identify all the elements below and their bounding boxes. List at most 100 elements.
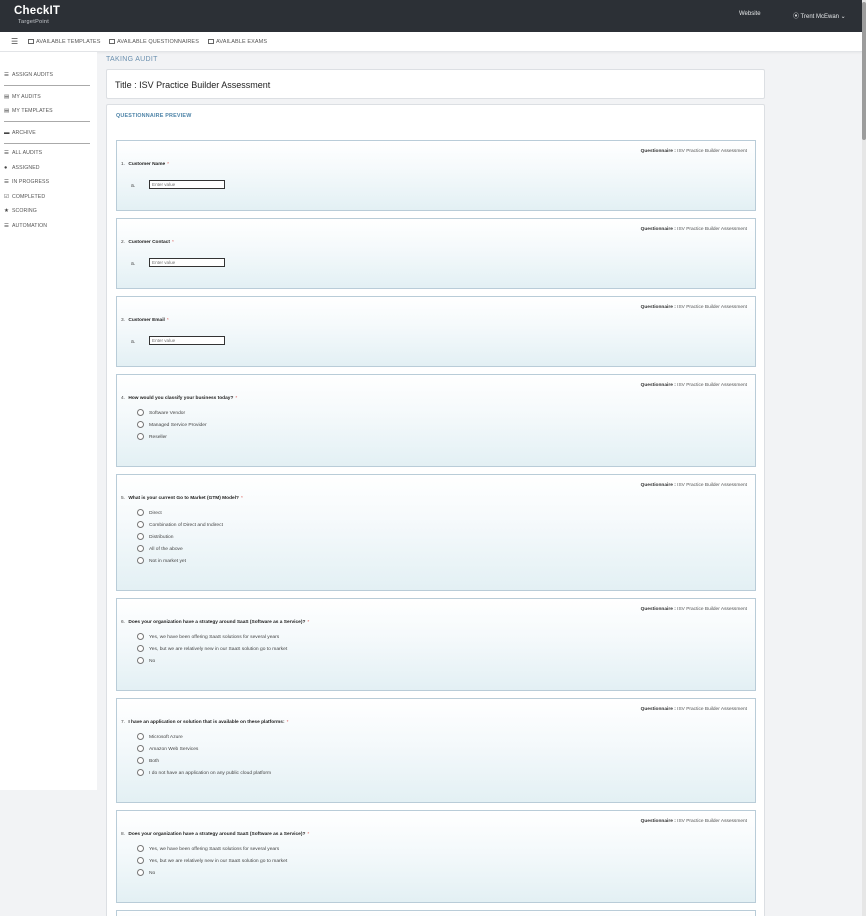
radio-option[interactable]: Managed Service Provider [137, 421, 207, 428]
question-number: 8. [121, 832, 126, 837]
radio-button[interactable] [137, 845, 144, 852]
answer-bullet: a. [131, 183, 136, 189]
radio-option[interactable]: All of the above [137, 545, 183, 552]
customer-email-input[interactable] [149, 336, 225, 345]
option-label: Distribution [149, 535, 174, 540]
radio-option[interactable]: Direct [137, 509, 162, 516]
question-number: 1. [121, 162, 126, 167]
sidebar-item-scoring[interactable]: ★ SCORING [4, 208, 37, 214]
question-heading: 7. I have an application or solution tha… [121, 720, 288, 725]
radio-button[interactable] [137, 869, 144, 876]
radio-option[interactable]: Microsoft Azure [137, 733, 183, 740]
radio-option[interactable]: Both [137, 757, 159, 764]
required-marker: * [307, 620, 310, 625]
question-text: Customer Email [128, 318, 165, 323]
meta-value: ISV Practice Builder Assessment [677, 707, 747, 712]
radio-option[interactable]: Yes, we have been offering SaaS solution… [137, 633, 279, 640]
list-icon: ☰ [4, 223, 10, 229]
radio-button[interactable] [137, 509, 144, 516]
nav-available-questionnaires[interactable]: AVAILABLE QUESTIONNAIRES [109, 39, 199, 45]
hamburger-menu-icon[interactable]: ☰ [11, 38, 18, 46]
meta-label: Questionnaire : [640, 149, 676, 154]
question-heading: 2. Customer Contact * [121, 240, 174, 245]
radio-button[interactable] [137, 657, 144, 664]
sidebar-item-label: AUTOMATION [12, 223, 48, 229]
radio-button[interactable] [137, 433, 144, 440]
radio-button[interactable] [137, 857, 144, 864]
nav-available-templates[interactable]: AVAILABLE TEMPLATES [28, 39, 100, 45]
question-number: 6. [121, 620, 126, 625]
option-label: No [149, 659, 156, 664]
radio-button[interactable] [137, 745, 144, 752]
brand-logo[interactable]: CheckIT TargetPoint [14, 5, 60, 25]
questionnaire-meta: Questionnaire : ISV Practice Builder Ass… [641, 227, 747, 232]
page-section-title: TAKING AUDIT [106, 56, 158, 63]
sidebar-item-archive[interactable]: ▬ ARCHIVE [4, 130, 36, 136]
website-link[interactable]: Website [739, 11, 761, 17]
sidebar-item-my-templates[interactable]: ▤ MY TEMPLATES [4, 108, 53, 114]
radio-option[interactable]: No [137, 657, 155, 664]
radio-button[interactable] [137, 409, 144, 416]
radio-button[interactable] [137, 557, 144, 564]
question-text: What is your current Go to Market (GTM) … [128, 496, 239, 501]
radio-option[interactable]: Not in market yet [137, 557, 186, 564]
star-icon: ★ [4, 208, 10, 214]
question-heading: 1. Customer Name * [121, 162, 169, 167]
radio-button[interactable] [137, 769, 144, 776]
customer-contact-input[interactable] [149, 258, 225, 267]
questionnaire-meta: Questionnaire : ISV Practice Builder Ass… [641, 383, 747, 388]
scrollbar-thumb[interactable] [862, 2, 866, 140]
question-card: Questionnaire : ISV Practice Builder Ass… [116, 698, 756, 803]
question-number: 2. [121, 240, 126, 245]
radio-button[interactable] [137, 421, 144, 428]
sidebar-item-label: ALL AUDITS [12, 150, 43, 156]
meta-value: ISV Practice Builder Assessment [677, 227, 747, 232]
question-text: Does your organization have a strategy a… [128, 832, 306, 837]
radio-button[interactable] [137, 757, 144, 764]
meta-value: ISV Practice Builder Assessment [677, 607, 747, 612]
sidebar-item-assigned[interactable]: ● ASSIGNED [4, 165, 40, 171]
list-icon: ☰ [4, 150, 10, 156]
sidebar-item-my-audits[interactable]: ▤ MY AUDITS [4, 94, 41, 100]
sidebar-item-all-audits[interactable]: ☰ ALL AUDITS [4, 150, 42, 156]
sidebar-item-label: COMPLETED [12, 194, 46, 200]
radio-option[interactable]: No [137, 869, 155, 876]
required-marker: * [171, 240, 174, 245]
radio-button[interactable] [137, 645, 144, 652]
meta-label: Questionnaire : [640, 707, 676, 712]
question-text: How would you classify your business tod… [128, 396, 234, 401]
radio-option[interactable]: Amazon Web Services [137, 745, 198, 752]
radio-button[interactable] [137, 633, 144, 640]
radio-option[interactable]: Reseller [137, 433, 167, 440]
option-label: Amazon Web Services [149, 747, 199, 752]
customer-name-input[interactable] [149, 180, 225, 189]
question-text: Customer Name [128, 162, 166, 167]
sidebar-item-assign-audits[interactable]: ☰ ASSIGN AUDITS [4, 72, 53, 78]
radio-button[interactable] [137, 733, 144, 740]
question-card: Questionnaire : ISV Practice Builder Ass… [116, 810, 756, 903]
radio-option[interactable]: Distribution [137, 533, 173, 540]
question-number: 4. [121, 396, 126, 401]
radio-option[interactable]: Software Vendor [137, 409, 185, 416]
sidebar-item-automation[interactable]: ☰ AUTOMATION [4, 223, 47, 229]
radio-option[interactable]: I do not have an application on any publ… [137, 769, 271, 776]
option-label: Yes, but we are relatively new in our Sa… [149, 859, 288, 864]
nav-available-exams[interactable]: AVAILABLE EXAMS [208, 39, 267, 45]
radio-button[interactable] [137, 521, 144, 528]
user-menu[interactable]: ⦿ Trent McEwan ⌄ [793, 11, 846, 20]
sidebar-item-completed[interactable]: ☑ COMPLETED [4, 194, 45, 200]
list-icon: ☰ [4, 72, 10, 78]
radio-option[interactable]: Yes, but we are relatively new in our Sa… [137, 645, 287, 652]
radio-button[interactable] [137, 545, 144, 552]
sidebar-item-in-progress[interactable]: ☰ IN PROGRESS [4, 179, 49, 185]
radio-option[interactable]: Yes, we have been offering SaaS solution… [137, 845, 279, 852]
sidebar-divider [4, 85, 90, 86]
sidebar-divider [4, 143, 90, 144]
radio-button[interactable] [137, 533, 144, 540]
radio-option[interactable]: Yes, but we are relatively new in our Sa… [137, 857, 287, 864]
question-heading: 5. What is your current Go to Market (GT… [121, 496, 243, 501]
required-marker: * [166, 318, 169, 323]
sidebar-divider [4, 121, 90, 122]
radio-option[interactable]: Combination of Direct and Indirect [137, 521, 223, 528]
meta-label: Questionnaire : [640, 483, 676, 488]
